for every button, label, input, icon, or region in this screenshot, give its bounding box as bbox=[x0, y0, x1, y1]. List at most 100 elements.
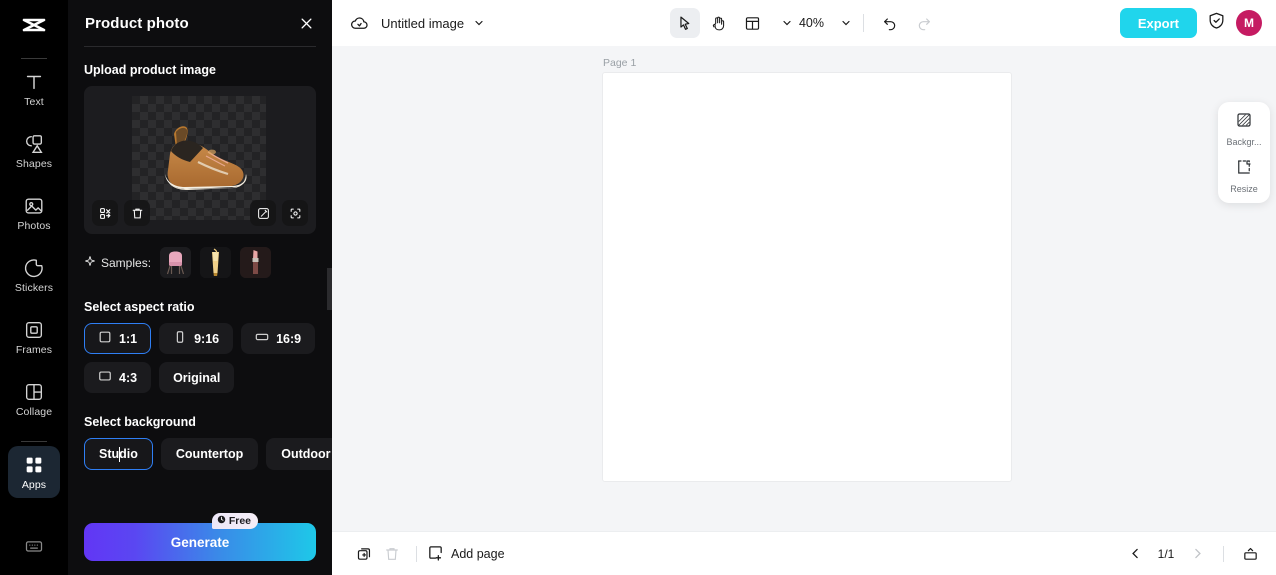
canvas-area[interactable]: Page 1 Backgr... Resize bbox=[332, 46, 1276, 531]
layout-tool-button[interactable] bbox=[738, 8, 768, 38]
left-icon-rail: Text Shapes Photos Stickers Frames Colla… bbox=[0, 0, 68, 575]
aspect-label-4-3: 4:3 bbox=[119, 370, 138, 385]
aspect-chip-1-1[interactable]: 1:1 bbox=[84, 323, 152, 354]
upload-section-title: Upload product image bbox=[84, 63, 216, 77]
prev-page-button[interactable] bbox=[1123, 542, 1147, 566]
shield-check-icon[interactable] bbox=[1207, 11, 1226, 35]
add-page-button[interactable]: Add page bbox=[427, 544, 505, 564]
background-section-title: Select background bbox=[84, 415, 196, 429]
expand-icon[interactable] bbox=[282, 200, 308, 226]
aspect-chip-16-9[interactable]: 16:9 bbox=[241, 323, 316, 354]
layout-chevron-down-icon[interactable] bbox=[781, 17, 793, 29]
avatar[interactable]: M bbox=[1236, 10, 1262, 36]
hand-icon bbox=[712, 16, 725, 30]
zoom-level[interactable]: 40% bbox=[797, 16, 827, 30]
duplicate-page-icon bbox=[357, 548, 370, 560]
aspect-label-1-1: 1:1 bbox=[119, 331, 138, 346]
aspect-chip-original[interactable]: Original bbox=[159, 362, 235, 393]
sidebar-label-text: Text bbox=[24, 95, 44, 108]
background-label-outdoor: Outdoor bbox=[281, 447, 331, 461]
keyboard-shortcuts-button[interactable] bbox=[0, 536, 68, 561]
export-label: Export bbox=[1137, 15, 1179, 31]
floating-tools-panel: Backgr... Resize bbox=[1218, 102, 1270, 203]
rail-divider-top bbox=[21, 58, 47, 59]
background-label-studio-part2: dio bbox=[119, 447, 138, 461]
sidebar-label-apps: Apps bbox=[21, 478, 47, 491]
chevron-down-icon[interactable] bbox=[473, 17, 485, 29]
pages-panel-icon bbox=[1243, 547, 1257, 560]
sidebar-item-photos[interactable]: Photos bbox=[8, 187, 60, 239]
background-chip-countertop[interactable]: Countertop bbox=[160, 438, 259, 470]
generate-button[interactable]: Generate bbox=[84, 523, 316, 561]
free-badge-label: Free bbox=[228, 515, 251, 527]
toolbar-divider bbox=[862, 14, 864, 32]
capcut-logo-icon[interactable] bbox=[0, 6, 68, 52]
image-action-buttons bbox=[84, 200, 316, 226]
panel-collapse-handle[interactable] bbox=[327, 268, 332, 310]
zoom-chevron-down-icon[interactable] bbox=[840, 17, 852, 29]
aspect-label-9-16: 9:16 bbox=[194, 331, 220, 346]
sidebar-label-photos: Photos bbox=[17, 219, 51, 232]
redo-button[interactable] bbox=[909, 8, 939, 38]
bottom-toolbar: Add page 1/1 bbox=[332, 531, 1276, 575]
crop-resize-icon[interactable] bbox=[92, 200, 118, 226]
redo-icon bbox=[918, 18, 930, 31]
samples-row: Samples: bbox=[84, 247, 316, 278]
pages-panel-button[interactable] bbox=[1238, 542, 1262, 566]
nav-divider bbox=[1223, 545, 1224, 562]
delete-icon[interactable] bbox=[124, 200, 150, 226]
panel-body: Upload product image Samples: Select asp… bbox=[68, 63, 332, 470]
sidebar-item-stickers[interactable]: Stickers bbox=[8, 249, 60, 301]
page-title: Product photo bbox=[85, 14, 189, 32]
text-icon bbox=[23, 71, 45, 93]
main-area: Untitled image 40% Export M Page 1 Backg… bbox=[332, 0, 1276, 575]
sample-lipstick[interactable] bbox=[240, 247, 272, 278]
background-chip-outdoor[interactable]: Outdoor bbox=[266, 438, 332, 470]
generate-section: Free Generate bbox=[84, 513, 316, 561]
sidebar-label-frames: Frames bbox=[15, 343, 53, 356]
sidebar-item-collage[interactable]: Collage bbox=[8, 373, 60, 425]
portrait-rect-icon bbox=[173, 330, 187, 347]
add-page-label: Add page bbox=[451, 546, 505, 561]
background-tool-button[interactable]: Backgr... bbox=[1220, 111, 1268, 147]
aspect-chip-4-3[interactable]: 4:3 bbox=[84, 362, 152, 393]
resize-icon bbox=[1235, 158, 1253, 181]
toolbar-right-group: Export M bbox=[1119, 8, 1262, 38]
background-icon bbox=[1235, 111, 1253, 134]
samples-label-group: Samples: bbox=[84, 255, 151, 270]
page-indicator: 1/1 bbox=[1157, 546, 1175, 561]
duplicate-page-button[interactable] bbox=[350, 540, 378, 568]
delete-page-button[interactable] bbox=[378, 540, 406, 568]
add-page-icon bbox=[427, 544, 444, 564]
sidebar-item-frames[interactable]: Frames bbox=[8, 311, 60, 363]
panel-divider bbox=[84, 46, 316, 47]
sidebar-item-shapes[interactable]: Shapes bbox=[8, 125, 60, 177]
document-title[interactable]: Untitled image bbox=[381, 16, 464, 31]
aspect-chip-9-16[interactable]: 9:16 bbox=[159, 323, 234, 354]
undo-button[interactable] bbox=[875, 8, 905, 38]
upload-image-dropzone[interactable] bbox=[84, 86, 316, 234]
shapes-icon bbox=[23, 133, 45, 155]
canvas-page-sheet[interactable] bbox=[603, 73, 1011, 481]
page-navigation: 1/1 bbox=[1123, 542, 1262, 566]
sidebar-item-apps[interactable]: Apps bbox=[8, 446, 60, 498]
aspect-label-16-9: 16:9 bbox=[276, 331, 302, 346]
next-page-button[interactable] bbox=[1185, 542, 1209, 566]
export-button[interactable]: Export bbox=[1119, 8, 1197, 38]
chevron-left-icon bbox=[1131, 548, 1138, 559]
delete-page-icon bbox=[386, 547, 398, 560]
sidebar-label-collage: Collage bbox=[15, 405, 53, 418]
sidebar-item-text[interactable]: Text bbox=[8, 63, 60, 115]
magic-edit-icon[interactable] bbox=[250, 200, 276, 226]
undo-icon bbox=[883, 18, 895, 31]
square-icon bbox=[98, 330, 112, 347]
cloud-saved-icon[interactable] bbox=[350, 14, 369, 33]
resize-tool-button[interactable]: Resize bbox=[1220, 158, 1268, 194]
sample-drink[interactable] bbox=[200, 247, 232, 278]
background-chip-studio[interactable]: Stu dio bbox=[84, 438, 153, 470]
sample-chair[interactable] bbox=[160, 247, 192, 278]
close-icon[interactable] bbox=[296, 13, 316, 33]
product-photo-panel: Product photo Upload product image Sampl… bbox=[68, 0, 332, 575]
select-tool-button[interactable] bbox=[669, 8, 700, 38]
hand-tool-button[interactable] bbox=[704, 8, 734, 38]
